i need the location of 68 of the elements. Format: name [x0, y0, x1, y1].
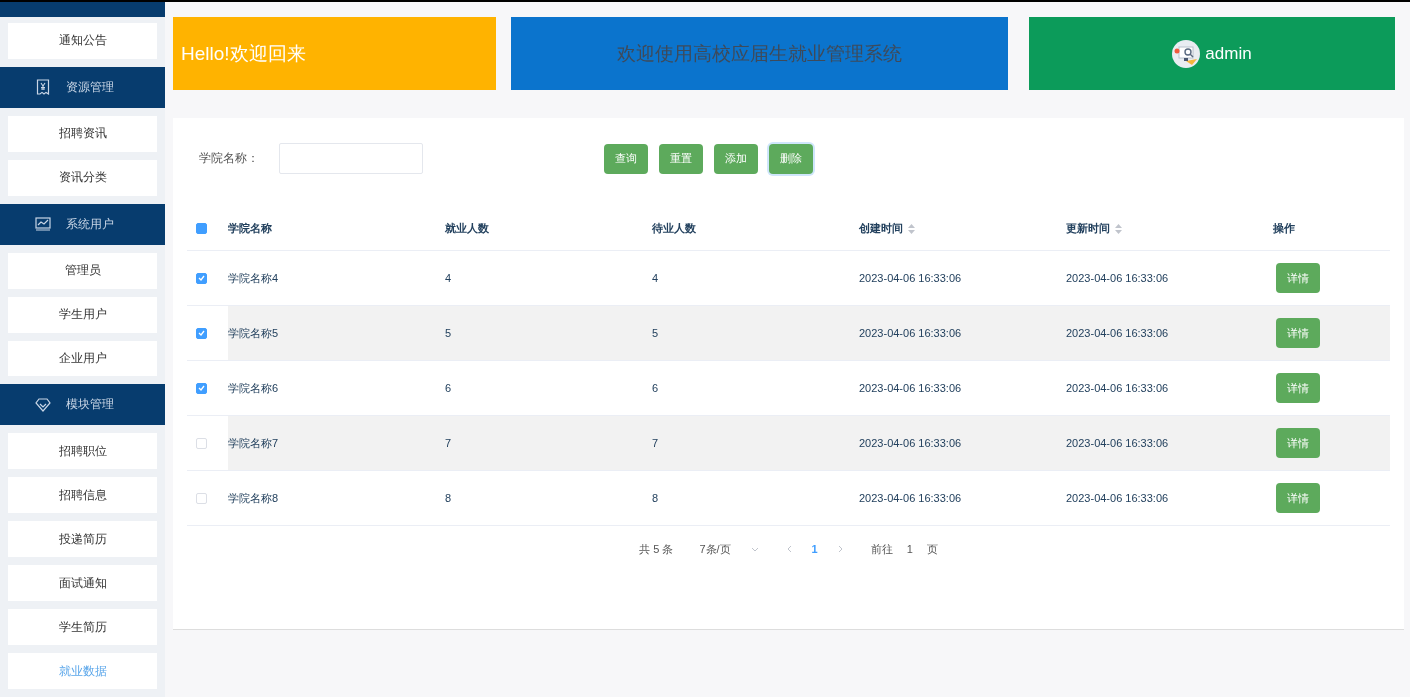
menu-item[interactable]: 资讯分类: [8, 159, 157, 196]
diamond-icon: [35, 397, 51, 412]
avatar-icon[interactable]: [1172, 39, 1201, 68]
checkbox[interactable]: [196, 382, 207, 394]
menu-item[interactable]: 投递简历: [8, 521, 157, 558]
table-cell: 5: [445, 327, 452, 339]
table-cell: 8: [445, 492, 452, 504]
table-cell: 2023-04-06 16:33:06: [1066, 437, 1169, 449]
table-cell: 2023-04-06 16:33:06: [1066, 382, 1169, 394]
chart-icon: [35, 217, 51, 232]
table-cell: 2023-04-06 16:33:06: [859, 327, 962, 339]
search-field[interactable]: [279, 143, 423, 174]
column-header: 学院名称: [228, 221, 272, 236]
column-header: 操作: [1273, 221, 1295, 236]
page-jump-field[interactable]: 1: [906, 543, 913, 555]
jump-suffix: 页: [926, 541, 938, 557]
menu-item[interactable]: 面试通知: [8, 565, 157, 602]
table-cell: 学院名称4: [228, 270, 279, 286]
welcome-text: Hello!欢迎回来: [181, 41, 306, 66]
table-cell: 6: [445, 382, 452, 394]
dropdown-caret-icon[interactable]: [750, 546, 759, 552]
table-cell: 学院名称5: [228, 325, 279, 341]
table-cell: 7: [445, 437, 452, 449]
table-cell: 学院名称8: [228, 490, 279, 506]
menu-item[interactable]: 招聘资讯: [8, 115, 157, 152]
menu-item[interactable]: 学生简历: [8, 609, 157, 646]
table-cell: 6: [652, 382, 659, 394]
table-cell: 4: [652, 272, 659, 284]
table-cell: 2023-04-06 16:33:06: [859, 272, 962, 284]
menu-item[interactable]: 招聘职位: [8, 433, 157, 470]
table-cell: 2023-04-06 16:33:06: [1066, 272, 1169, 284]
table-cell: 5: [652, 327, 659, 339]
sort-icon[interactable]: [908, 223, 915, 234]
sort-icon[interactable]: [1115, 223, 1122, 234]
table-cell: 4: [445, 272, 452, 284]
next-page-icon[interactable]: [837, 545, 843, 553]
menu-item[interactable]: 企业用户: [8, 340, 157, 377]
table-cell: 学院名称7: [228, 435, 279, 451]
column-header: 待业人数: [652, 221, 696, 236]
prev-page-icon[interactable]: [786, 545, 792, 553]
table-cell: 2023-04-06 16:33:06: [859, 492, 962, 504]
menu-item[interactable]: 通知公告: [8, 22, 157, 59]
menu-group-header[interactable]: 模块管理: [0, 384, 165, 426]
table-cell: 学院名称6: [228, 380, 279, 396]
table-cell: 7: [652, 437, 659, 449]
receipt-icon: [36, 79, 50, 96]
column-header[interactable]: 更新时间: [1066, 221, 1110, 236]
system-title: 欢迎使用高校应届生就业管理系统: [617, 41, 902, 66]
menu-group-header[interactable]: 系统用户: [0, 203, 165, 245]
field-label: 学院名称：: [199, 150, 260, 167]
jump-label: 前往: [870, 541, 893, 557]
menu-item[interactable]: 管理员: [8, 252, 157, 289]
table-cell: 2023-04-06 16:33:06: [1066, 492, 1169, 504]
user-name: admin: [1205, 43, 1252, 64]
table-cell: 2023-04-06 16:33:06: [859, 382, 962, 394]
table-cell: 8: [652, 492, 659, 504]
menu-item[interactable]: 学生用户: [8, 296, 157, 333]
column-header: 就业人数: [445, 221, 489, 236]
column-header[interactable]: 创建时间: [859, 221, 903, 236]
table-cell: 2023-04-06 16:33:06: [1066, 327, 1169, 339]
checkbox[interactable]: [196, 327, 207, 339]
total-count: 共 5 条: [639, 541, 674, 557]
checkbox[interactable]: [196, 272, 207, 284]
table-cell: 2023-04-06 16:33:06: [859, 437, 962, 449]
page-size-select[interactable]: 7条/页: [699, 541, 731, 557]
menu-group-header[interactable]: 资源管理: [0, 66, 165, 108]
menu-item[interactable]: 招聘信息: [8, 477, 157, 514]
checkbox[interactable]: [196, 223, 207, 234]
